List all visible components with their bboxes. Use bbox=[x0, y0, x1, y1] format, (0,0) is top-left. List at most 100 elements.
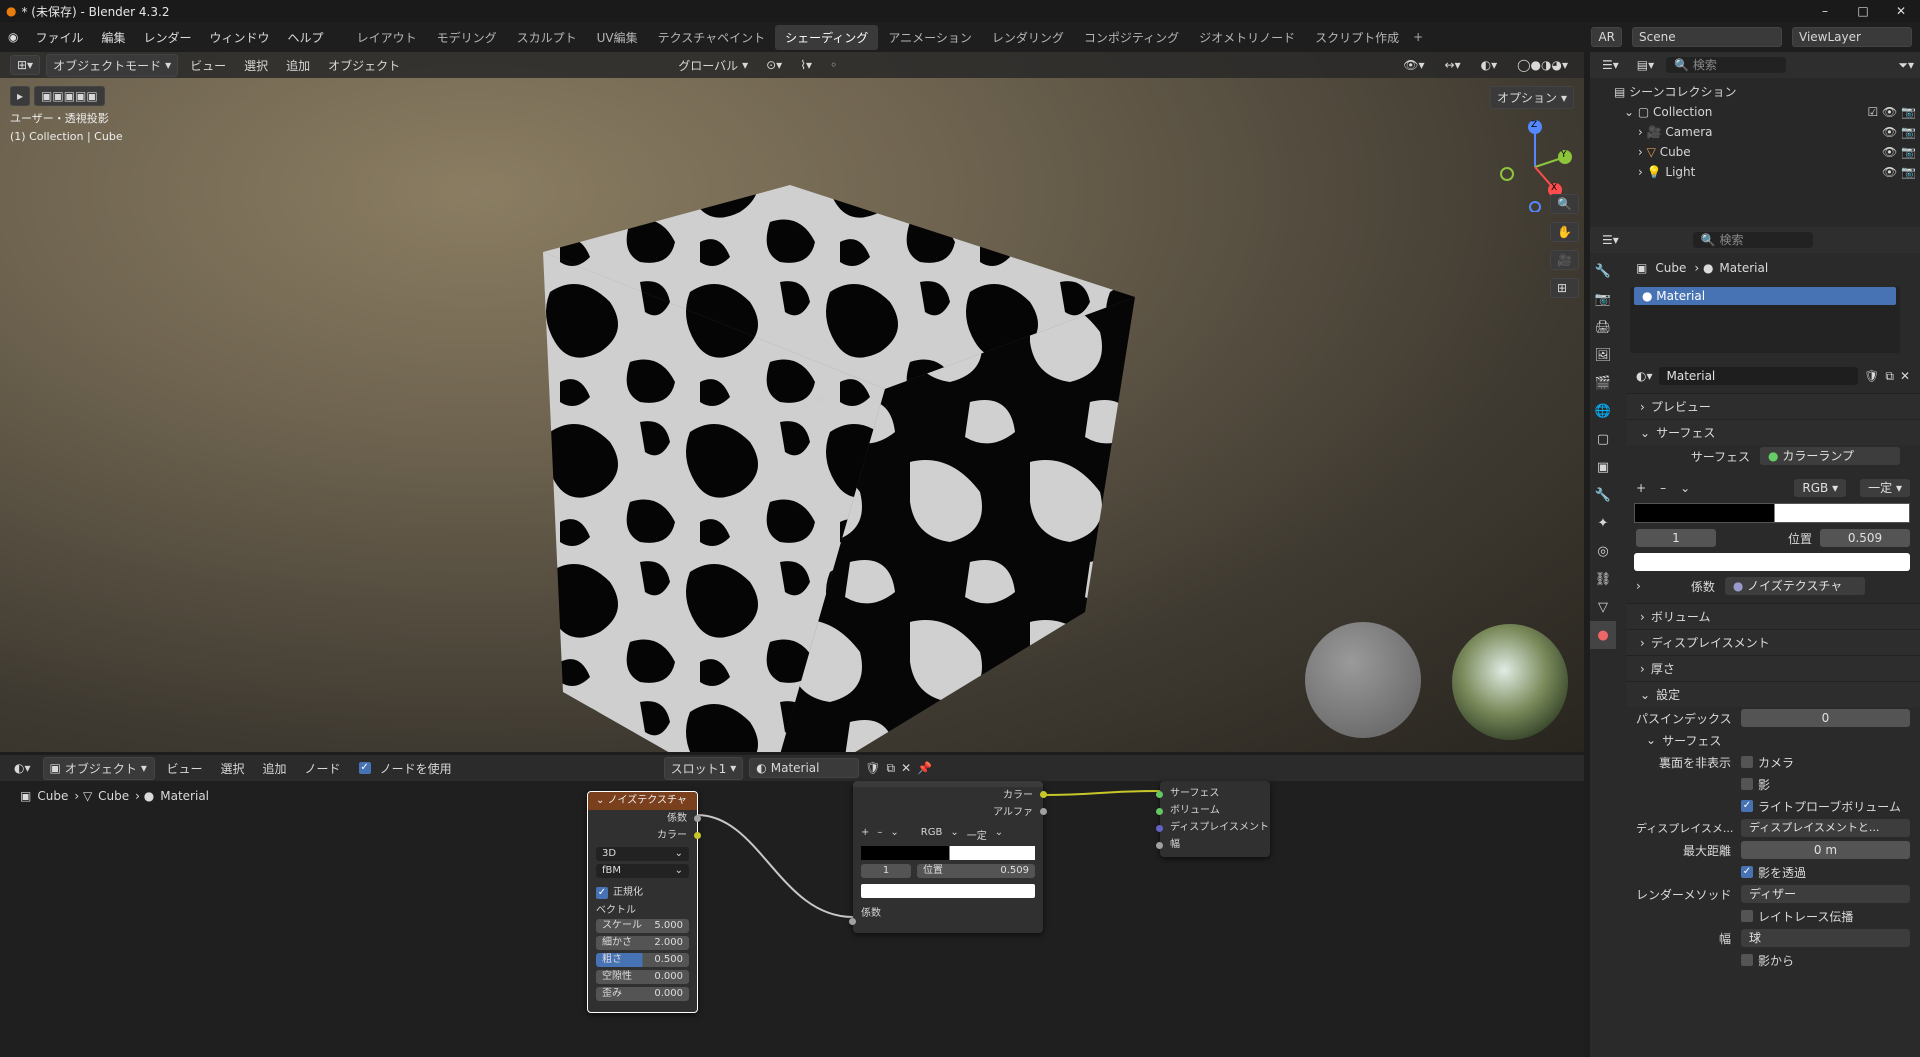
overlay-icon[interactable]: ◐▾ bbox=[1475, 56, 1504, 74]
ar-selector[interactable]: AR bbox=[1591, 27, 1622, 47]
node-ramp-add-icon[interactable]: + bbox=[861, 827, 869, 842]
tool-tab-icon[interactable]: 🔧 bbox=[1590, 257, 1616, 285]
section-preview[interactable]: › プレビュー bbox=[1626, 393, 1920, 419]
select-tool-icon[interactable]: ▸ bbox=[10, 86, 31, 106]
viewport-menu-select[interactable]: 選択 bbox=[238, 55, 274, 76]
material-output-node[interactable]: サーフェス ボリューム ディスプレイスメント 幅 bbox=[1156, 781, 1270, 857]
view-layer-tab-icon[interactable]: 🖼 bbox=[1590, 341, 1616, 369]
viewport-menu-add[interactable]: 追加 bbox=[280, 55, 316, 76]
node-color-ramp-bar[interactable] bbox=[861, 846, 1035, 860]
output-displacement-socket[interactable] bbox=[1156, 825, 1163, 832]
lightprobe-checkbox[interactable]: ✓ bbox=[1741, 800, 1753, 812]
material-slot-list[interactable]: ● Material bbox=[1630, 287, 1900, 353]
outliner-search[interactable]: 🔍 検索 bbox=[1666, 57, 1787, 73]
collection-tab-icon[interactable]: ▢ bbox=[1590, 425, 1616, 453]
noise-color-socket[interactable] bbox=[694, 832, 701, 839]
properties-editor-icon[interactable]: ☰▾ bbox=[1596, 231, 1625, 249]
scene-collection-row[interactable]: ▤ シーンコレクション bbox=[1614, 82, 1920, 102]
menu-item-4[interactable]: ヘルプ bbox=[279, 31, 333, 45]
section-thickness[interactable]: › 厚さ bbox=[1626, 655, 1920, 681]
material-tab-icon[interactable]: ● bbox=[1590, 621, 1616, 649]
ramp-remove-icon[interactable]: – bbox=[1660, 481, 1666, 495]
noise-type-selector[interactable]: fBM ⌄ bbox=[596, 864, 689, 878]
workspace-tab-0[interactable]: レイアウト bbox=[347, 25, 427, 50]
workspace-tab-5[interactable]: シェーディング bbox=[775, 24, 879, 50]
workspace-tab-6[interactable]: アニメーション bbox=[878, 25, 982, 50]
camera-checkbox[interactable] bbox=[1741, 756, 1753, 768]
output-surface-socket[interactable] bbox=[1156, 791, 1163, 798]
material-browse-icon[interactable]: ◐▾ bbox=[1636, 369, 1653, 383]
node-ramp-remove-icon[interactable]: – bbox=[877, 827, 882, 842]
output-tab-icon[interactable]: 🖨 bbox=[1590, 313, 1616, 341]
sub-surface-header[interactable]: ⌄ サーフェス bbox=[1626, 729, 1920, 751]
particles-tab-icon[interactable]: ✦ bbox=[1590, 509, 1616, 537]
menu-item-1[interactable]: 編集 bbox=[93, 31, 135, 45]
section-settings[interactable]: ⌄ 設定 bbox=[1626, 681, 1920, 707]
noise-fac-socket[interactable] bbox=[694, 815, 701, 822]
close-window-button[interactable]: ✕ bbox=[1882, 0, 1920, 22]
node-ramp-stop-index[interactable]: 1 bbox=[861, 864, 911, 878]
pass-index-field[interactable]: 0 bbox=[1741, 709, 1910, 727]
node-ramp-mode[interactable]: RGB bbox=[921, 827, 943, 842]
ramp-alpha-socket[interactable] bbox=[1040, 808, 1047, 815]
ramp-fac-socket[interactable] bbox=[849, 918, 856, 925]
viewport-menu-view[interactable]: ビュー bbox=[184, 55, 232, 76]
noise-param-field[interactable]: 空隙性 0.000 bbox=[596, 970, 689, 984]
noise-param-field[interactable]: 粗さ 0.500 bbox=[596, 953, 689, 967]
noise-param-field[interactable]: 歪み 0.000 bbox=[596, 987, 689, 1001]
world-tab-icon[interactable]: 🌐 bbox=[1590, 397, 1616, 425]
gizmo-icon[interactable]: ↔▾ bbox=[1439, 56, 1467, 74]
color-ramp-node[interactable]: カラー アルファ + – ⌄ RGB ⌄ 一定 ⌄ 1 位置 0.509 係数 bbox=[849, 781, 1047, 933]
workspace-tab-3[interactable]: UV編集 bbox=[587, 25, 648, 50]
object-tab-icon[interactable]: ▣ bbox=[1590, 453, 1616, 481]
output-volume-socket[interactable] bbox=[1156, 808, 1163, 815]
visibility-icon[interactable]: 👁▾ bbox=[1397, 56, 1430, 74]
3d-viewport[interactable]: ⊞▾ オブジェクトモード ▾ ビュー 選択 追加 オブジェクト グローバル ▾ ⊙▾… bbox=[0, 52, 1584, 752]
outliner-editor-icon[interactable]: ☰▾ bbox=[1596, 56, 1625, 74]
render-method-selector[interactable]: ディザー bbox=[1741, 885, 1910, 903]
blender-menu-icon[interactable]: ◉ bbox=[0, 30, 26, 44]
maximize-button[interactable]: □ bbox=[1844, 0, 1882, 22]
color-ramp-bar[interactable] bbox=[1634, 503, 1910, 523]
ortho-grid-icon[interactable]: ⊞ bbox=[1550, 278, 1579, 298]
orientation-selector[interactable]: グローバル ▾ bbox=[672, 55, 754, 76]
viewlayer-selector[interactable]: ViewLayer bbox=[1792, 27, 1912, 47]
scene-tab-icon[interactable]: 🎬 bbox=[1590, 369, 1616, 397]
physics-tab-icon[interactable]: ◎ bbox=[1590, 537, 1616, 565]
workspace-tab-7[interactable]: レンダリング bbox=[982, 25, 1074, 50]
normalize-checkbox[interactable]: ✓ bbox=[596, 887, 608, 899]
viewport-menu-object[interactable]: オブジェクト bbox=[322, 55, 406, 76]
outliner-item-light[interactable]: › 💡 Light 👁 📷 bbox=[1614, 162, 1920, 182]
shading-modes-icon[interactable]: ◯●◑◕▾ bbox=[1511, 56, 1574, 74]
noise-texture-node[interactable]: ⌄ ノイズテクスチャ 係数 カラー 3D ⌄ fBM ⌄ ✓ 正規化 ベクトル スケー… bbox=[587, 791, 701, 1013]
material-slot-item[interactable]: ● Material bbox=[1634, 287, 1896, 305]
pan-hand-icon[interactable]: ✋ bbox=[1550, 222, 1579, 242]
workspace-tab-2[interactable]: スカルプト bbox=[507, 25, 587, 50]
surface-shader-selector[interactable]: ● カラーランプ bbox=[1760, 447, 1900, 465]
pivot-icon[interactable]: ⊙▾ bbox=[760, 56, 788, 74]
options-button[interactable]: オプション ▾ bbox=[1489, 86, 1574, 109]
noise-param-field[interactable]: スケール 5.000 bbox=[596, 919, 689, 933]
ramp-add-icon[interactable]: + bbox=[1636, 481, 1646, 495]
noise-param-field[interactable]: 細かさ 2.000 bbox=[596, 936, 689, 950]
from-shadow-checkbox[interactable] bbox=[1741, 954, 1753, 966]
data-tab-icon[interactable]: ▽ bbox=[1590, 593, 1616, 621]
shadow-checkbox[interactable] bbox=[1741, 778, 1753, 790]
ramp-color-socket[interactable] bbox=[1040, 791, 1047, 798]
filter-icon[interactable]: ⏷▾ bbox=[1892, 56, 1920, 75]
scene-selector[interactable]: Scene bbox=[1632, 27, 1782, 47]
collection-row[interactable]: ⌄ ▢ Collection ☑ 👁 📷 bbox=[1614, 102, 1920, 122]
add-workspace-icon[interactable]: + bbox=[1413, 30, 1423, 44]
width-selector[interactable]: 球 bbox=[1741, 929, 1910, 947]
material-name-field[interactable]: Material bbox=[1658, 367, 1859, 385]
outliner-item-camera[interactable]: › 🎥 Camera 👁 📷 bbox=[1614, 122, 1920, 142]
max-distance-field[interactable]: 0 m bbox=[1741, 841, 1910, 859]
workspace-tab-4[interactable]: テクスチャペイント bbox=[648, 25, 776, 50]
fake-user-icon[interactable]: 🛡 bbox=[1864, 369, 1879, 383]
mode-selector[interactable]: オブジェクトモード ▾ bbox=[46, 53, 179, 77]
display-mode-icon[interactable]: ▤▾ bbox=[1631, 56, 1660, 74]
node-ramp-interp[interactable]: 一定 bbox=[967, 827, 987, 842]
ramp-stop-index[interactable]: 1 bbox=[1636, 529, 1716, 547]
workspace-tab-8[interactable]: コンポジティング bbox=[1074, 25, 1189, 50]
transparent-shadow-checkbox[interactable]: ✓ bbox=[1741, 866, 1753, 878]
